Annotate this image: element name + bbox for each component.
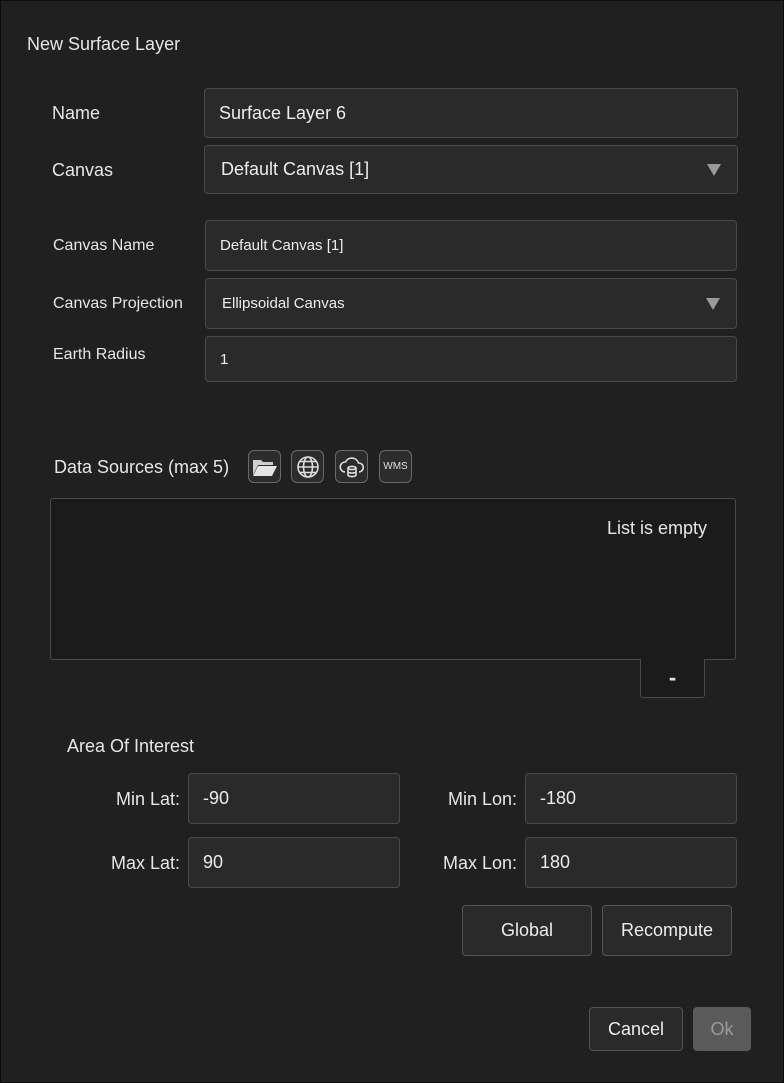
max-lon-value: 180 — [540, 852, 571, 872]
folder-open-icon — [252, 459, 277, 476]
data-sources-list[interactable]: List is empty — [50, 498, 736, 660]
canvas-name-label: Canvas Name — [53, 237, 155, 254]
list-empty-text: List is empty — [606, 518, 707, 538]
recompute-button[interactable]: Recompute — [602, 905, 732, 956]
cloud-database-icon — [338, 456, 364, 477]
globe-icon — [296, 455, 319, 478]
earth-radius-label: Earth Radius — [53, 346, 146, 363]
area-of-interest-label: Area Of Interest — [67, 736, 195, 756]
canvas-projection-select-value: Ellipsoidal Canvas — [222, 295, 345, 312]
earth-radius-input[interactable]: 1 — [205, 336, 737, 382]
global-button[interactable]: Global — [462, 905, 592, 956]
data-sources-label: Data Sources (max 5) — [54, 457, 230, 477]
min-lat-value: -90 — [203, 788, 230, 808]
max-lat-value: 90 — [203, 852, 224, 872]
min-lat-label: Min Lat: — [115, 789, 180, 809]
cloud-database-button[interactable] — [335, 450, 368, 483]
canvas-select-value: Default Canvas [1] — [221, 159, 370, 179]
max-lon-input[interactable]: 180 — [525, 837, 737, 888]
min-lon-input[interactable]: -180 — [525, 773, 737, 824]
dialog-title: New Surface Layer — [27, 34, 181, 54]
canvas-select[interactable]: Default Canvas [1] — [204, 145, 738, 194]
name-input[interactable]: Surface Layer 6 — [204, 88, 738, 138]
globe-button[interactable] — [291, 450, 324, 483]
max-lat-label: Max Lat: — [110, 853, 180, 873]
cancel-button[interactable]: Cancel — [589, 1007, 683, 1051]
min-lat-input[interactable]: -90 — [188, 773, 400, 824]
dropdown-arrow-icon — [706, 297, 720, 310]
canvas-name-input-value: Default Canvas [1] — [220, 237, 344, 254]
max-lon-label: Max Lon: — [442, 853, 517, 873]
canvas-label: Canvas — [52, 160, 114, 180]
canvas-projection-label: Canvas Projection — [53, 295, 183, 312]
earth-radius-input-value: 1 — [220, 350, 229, 368]
dropdown-arrow-icon — [707, 163, 721, 176]
canvas-name-input[interactable]: Default Canvas [1] — [205, 220, 737, 271]
name-input-value: Surface Layer 6 — [219, 102, 347, 123]
remove-source-button[interactable]: - — [640, 659, 705, 698]
wms-button[interactable]: WMS — [379, 450, 412, 483]
folder-open-button[interactable] — [248, 450, 281, 483]
ok-button[interactable]: Ok — [693, 1007, 751, 1051]
name-label: Name — [52, 103, 101, 123]
canvas-projection-select[interactable]: Ellipsoidal Canvas — [205, 278, 737, 329]
wms-icon: WMS — [383, 461, 408, 472]
min-lon-label: Min Lon: — [447, 789, 517, 809]
min-lon-value: -180 — [540, 788, 577, 808]
new-surface-layer-dialog: New Surface Layer Name Surface Layer 6 C… — [0, 0, 784, 1083]
max-lat-input[interactable]: 90 — [188, 837, 400, 888]
